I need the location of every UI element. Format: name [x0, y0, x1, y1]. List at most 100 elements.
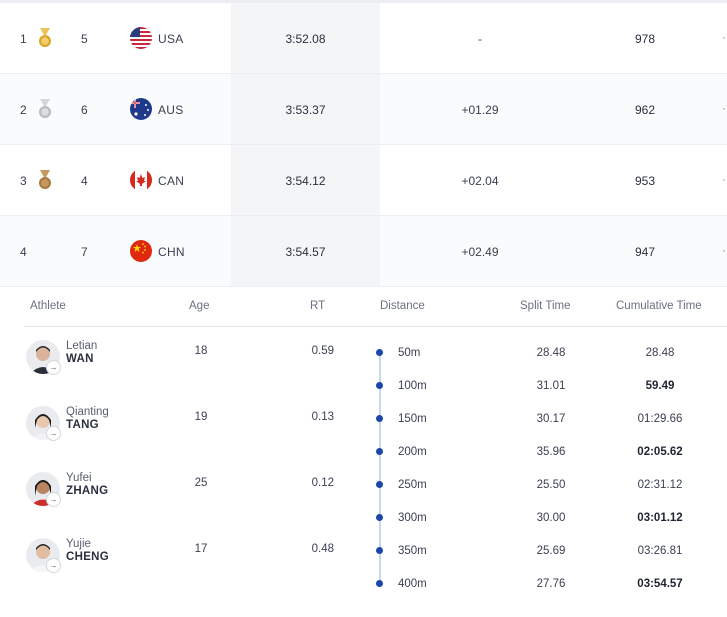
- results-table: 1 5 USA 3:52.08 - 978 · 2 6 AUS 3:53.37 …: [0, 3, 727, 287]
- split-time: 25.69: [536, 545, 566, 557]
- time-behind: -: [478, 32, 482, 46]
- athlete-row[interactable]: → Yujie CHENG 17 0.48: [26, 538, 386, 578]
- athlete-last-name: ZHANG: [66, 485, 109, 497]
- split-row: 200m 35.96 02:05.62: [374, 446, 727, 460]
- points: 947: [634, 245, 656, 259]
- time-behind: +02.49: [461, 245, 499, 259]
- country-code: AUS: [158, 103, 184, 117]
- timeline-dot: [376, 448, 383, 455]
- time-behind: +01.29: [461, 103, 499, 117]
- row-edge-marker: ·: [722, 172, 726, 186]
- lane: 5: [81, 32, 88, 46]
- timeline-dot: [376, 349, 383, 356]
- link-arrow-icon[interactable]: →: [46, 492, 61, 507]
- cumulative-time: 03:26.81: [637, 545, 683, 557]
- header-athlete: Athlete: [30, 300, 66, 312]
- link-arrow-icon[interactable]: →: [46, 558, 61, 573]
- lane: 7: [81, 245, 88, 259]
- cumulative-time: 03:54.57: [637, 578, 683, 590]
- usa-flag-icon: [130, 27, 152, 49]
- split-row: 300m 30.00 03:01.12: [374, 512, 727, 526]
- timeline-dot: [376, 514, 383, 521]
- lane: 6: [81, 103, 88, 117]
- points: 978: [634, 32, 656, 46]
- athlete-first-name: Yufei: [66, 472, 92, 484]
- rank: 1: [20, 32, 27, 46]
- athlete-age: 25: [194, 477, 208, 489]
- split-distance: 400m: [398, 578, 427, 590]
- cumulative-time: 02:05.62: [637, 446, 683, 458]
- split-distance: 250m: [398, 479, 427, 491]
- rank: 3: [20, 174, 27, 188]
- athlete-age: 18: [194, 345, 208, 357]
- split-distance: 150m: [398, 413, 427, 425]
- cumulative-time: 28.48: [645, 347, 675, 359]
- final-time: 3:54.12: [285, 174, 326, 188]
- header-cumulative-time: Cumulative Time: [616, 300, 702, 312]
- result-row-usa[interactable]: 1 5 USA 3:52.08 - 978 ·: [0, 3, 727, 74]
- lane: 4: [81, 174, 88, 188]
- athlete-row[interactable]: → Letian WAN 18 0.59: [26, 340, 386, 380]
- row-edge-marker: ·: [722, 243, 726, 257]
- country-code: CHN: [158, 245, 185, 259]
- athlete-last-name: CHENG: [66, 551, 110, 563]
- split-row: 50m 28.48 28.48: [374, 347, 727, 361]
- cumulative-time: 01:29.66: [637, 413, 683, 425]
- relay-detail-panel: Athlete Age RT Distance Split Time Cumul…: [0, 287, 727, 617]
- points: 962: [634, 103, 656, 117]
- split-time: 30.00: [536, 512, 566, 524]
- split-time: 28.48: [536, 347, 566, 359]
- athlete-last-name: WAN: [66, 353, 94, 365]
- athlete-age: 17: [194, 543, 208, 555]
- final-time: 3:54.57: [285, 245, 326, 259]
- cumulative-time: 59.49: [645, 380, 675, 392]
- split-row: 100m 31.01 59.49: [374, 380, 727, 394]
- time-behind: +02.04: [461, 174, 499, 188]
- result-row-chn[interactable]: 4 7 CHN 3:54.57 +02.49 947 ·: [0, 216, 727, 287]
- chn-flag-icon: [130, 240, 152, 262]
- split-distance: 100m: [398, 380, 427, 392]
- aus-flag-icon: [130, 98, 152, 120]
- link-arrow-icon[interactable]: →: [46, 360, 61, 375]
- split-distance: 50m: [398, 347, 421, 359]
- athlete-first-name: Letian: [66, 340, 98, 352]
- athlete-reaction-time: 0.59: [311, 345, 334, 357]
- split-distance: 200m: [398, 446, 427, 458]
- split-row: 150m 30.17 01:29.66: [374, 413, 727, 427]
- timeline-dot: [376, 481, 383, 488]
- can-flag-icon: [130, 169, 152, 191]
- athlete-row[interactable]: → Yufei ZHANG 25 0.12: [26, 472, 386, 512]
- points: 953: [634, 174, 656, 188]
- header-age: Age: [189, 300, 210, 312]
- athlete-reaction-time: 0.13: [311, 411, 334, 423]
- rank: 2: [20, 103, 27, 117]
- timeline-dot: [376, 382, 383, 389]
- country-code: CAN: [158, 174, 185, 188]
- athlete-reaction-time: 0.12: [311, 477, 334, 489]
- result-row-aus[interactable]: 2 6 AUS 3:53.37 +01.29 962 ·: [0, 74, 727, 145]
- timeline-dot: [376, 580, 383, 587]
- gold-medal-icon: [36, 28, 54, 48]
- row-edge-marker: ·: [722, 30, 726, 44]
- header-rt: RT: [310, 300, 326, 312]
- athlete-reaction-time: 0.48: [311, 543, 334, 555]
- athlete-first-name: Qianting: [66, 406, 109, 418]
- athlete-row[interactable]: → Qianting TANG 19 0.13: [26, 406, 386, 446]
- split-time: 35.96: [536, 446, 566, 458]
- cumulative-time: 02:31.12: [637, 479, 683, 491]
- split-row: 250m 25.50 02:31.12: [374, 479, 727, 493]
- timeline-dot: [376, 547, 383, 554]
- bronze-medal-icon: [36, 170, 54, 190]
- split-time: 25.50: [536, 479, 566, 491]
- header-distance: Distance: [380, 300, 425, 312]
- link-arrow-icon[interactable]: →: [46, 426, 61, 441]
- country-code: USA: [158, 32, 184, 46]
- result-row-can[interactable]: 3 4 CAN 3:54.12 +02.04 953 ·: [0, 145, 727, 216]
- split-row: 350m 25.69 03:26.81: [374, 545, 727, 559]
- split-distance: 350m: [398, 545, 427, 557]
- rank: 4: [20, 245, 27, 259]
- split-row: 400m 27.76 03:54.57: [374, 578, 727, 592]
- athlete-last-name: TANG: [66, 419, 99, 431]
- split-time: 27.76: [536, 578, 566, 590]
- split-time: 31.01: [536, 380, 566, 392]
